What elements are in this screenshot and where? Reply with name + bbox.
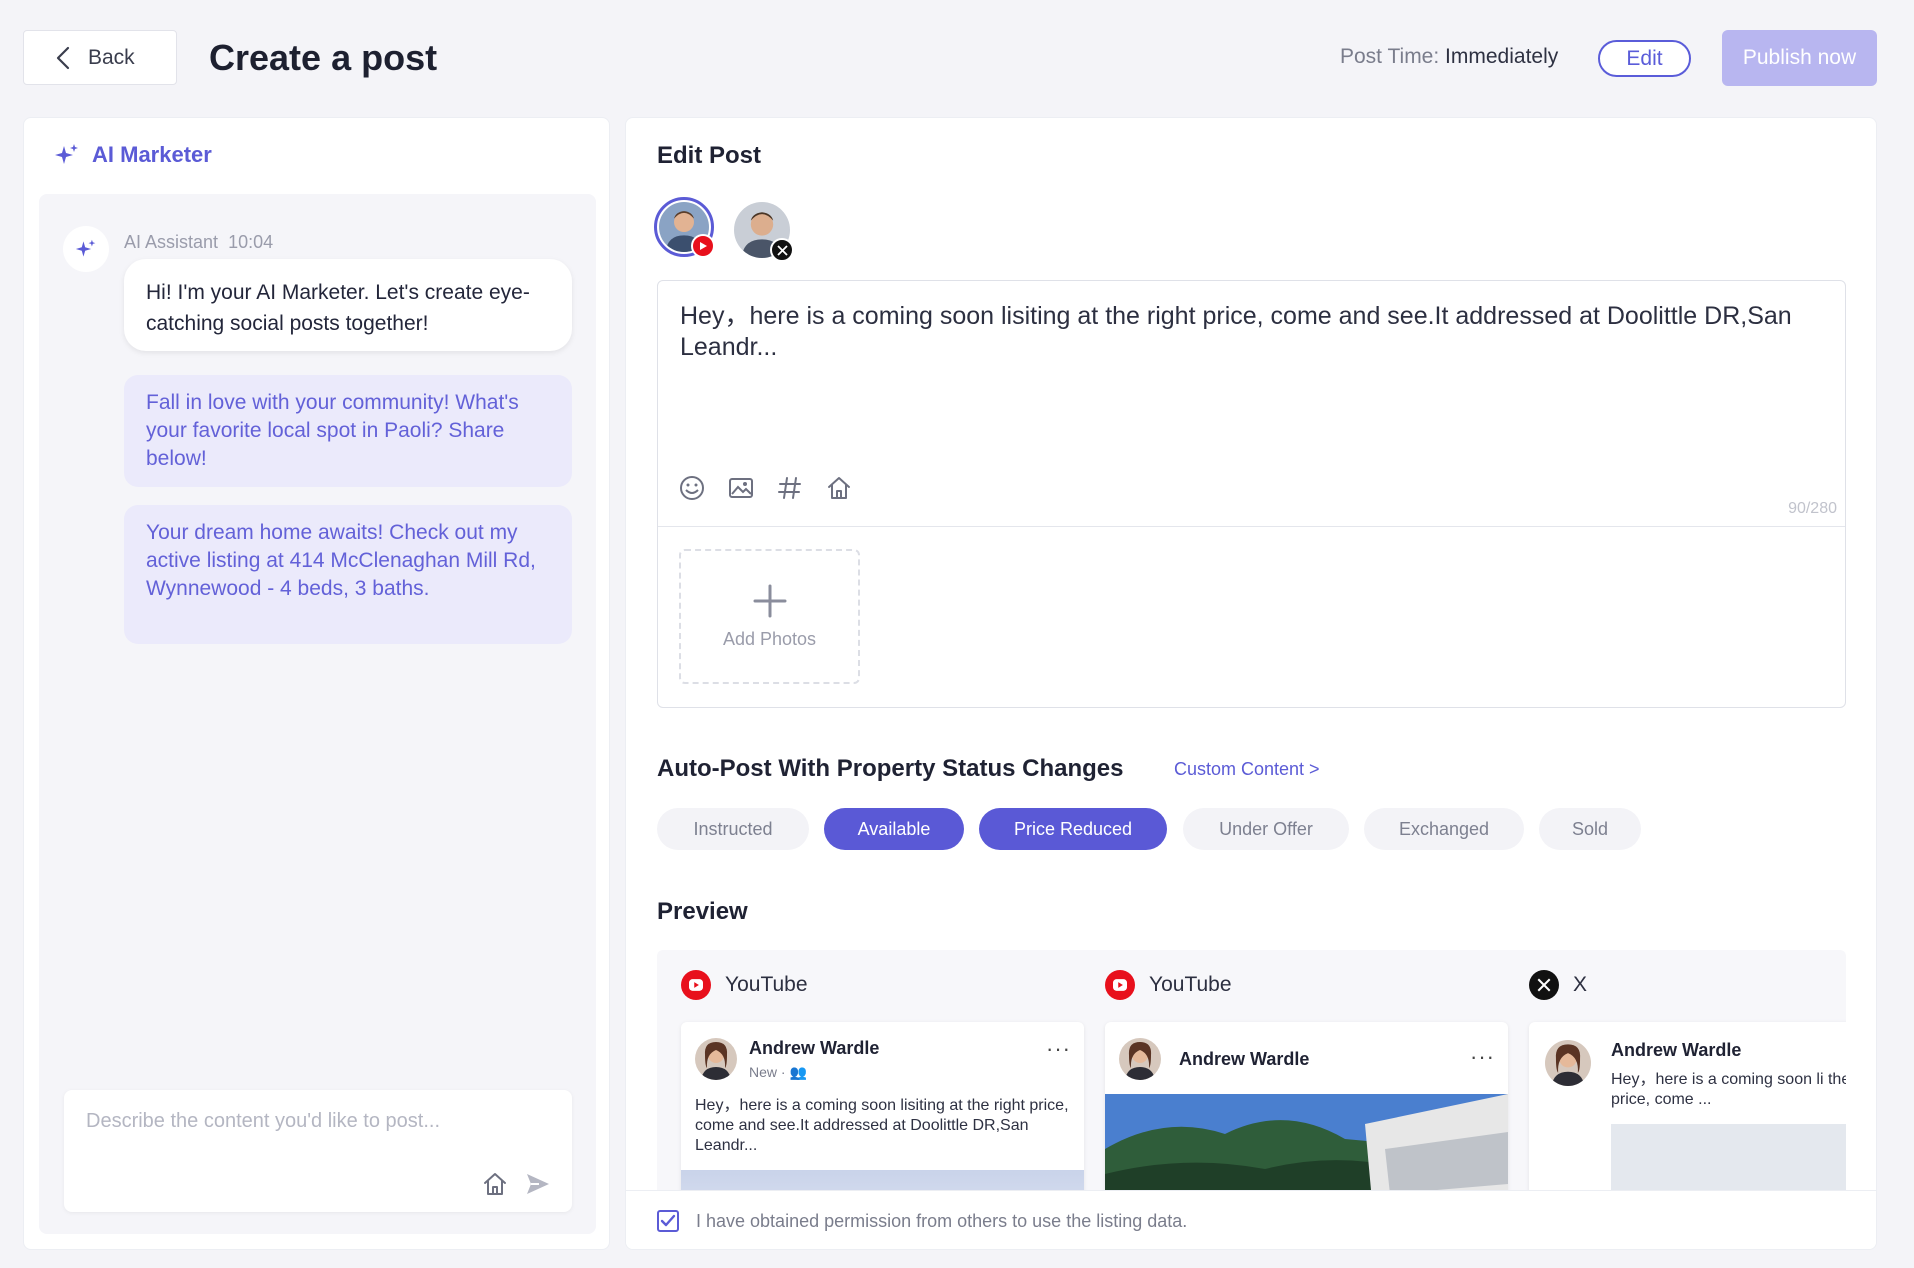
preview-text: Hey，here is a coming soon lisiting at th… bbox=[695, 1097, 1069, 1154]
hashtag-icon[interactable] bbox=[776, 474, 804, 502]
preview-platform-name: YouTube bbox=[1149, 973, 1232, 996]
back-label: Back bbox=[88, 45, 135, 69]
youtube-icon bbox=[681, 970, 711, 1000]
assistant-greeting-bubble: Hi! I'm your AI Marketer. Let's create e… bbox=[124, 259, 572, 351]
people-icon: 👥 bbox=[789, 1064, 807, 1080]
check-icon bbox=[660, 1214, 676, 1228]
assistant-meta: AI Assistant 10:04 bbox=[124, 232, 273, 253]
status-chip-under-offer[interactable]: Under Offer bbox=[1183, 808, 1349, 850]
account-avatar-youtube[interactable] bbox=[654, 197, 715, 258]
avatar bbox=[695, 1038, 737, 1080]
preview-sub: New · 👥 bbox=[749, 1064, 807, 1080]
status-chip-exchanged[interactable]: Exchanged bbox=[1364, 808, 1524, 850]
add-photos-button[interactable]: Add Photos bbox=[679, 549, 860, 684]
permission-checkbox[interactable] bbox=[657, 1210, 679, 1232]
preview-platform-name: YouTube bbox=[725, 973, 808, 996]
chevron-left-icon bbox=[56, 46, 70, 70]
auto-post-title: Auto-Post With Property Status Changes bbox=[657, 755, 1124, 782]
chat-input[interactable]: Describe the content you'd like to post.… bbox=[64, 1090, 572, 1212]
status-chip-available[interactable]: Available bbox=[824, 808, 964, 850]
edit-post-time-button[interactable]: Edit bbox=[1598, 40, 1691, 77]
sparkle-icon bbox=[75, 238, 97, 260]
edit-post-title: Edit Post bbox=[657, 142, 762, 169]
account-avatar-x[interactable] bbox=[734, 202, 794, 262]
preview-author: Andrew Wardle bbox=[749, 1038, 880, 1058]
suggestion-bubble[interactable]: Fall in love with your community! What's… bbox=[124, 375, 572, 487]
send-icon[interactable] bbox=[525, 1171, 551, 1197]
preview-area[interactable]: YouTube Andrew Wardle New · 👥 ··· Hey，he… bbox=[657, 950, 1846, 1200]
char-count: 90/280 bbox=[1788, 500, 1837, 517]
emoji-icon[interactable] bbox=[678, 474, 706, 502]
suggestion-bubble[interactable]: Your dream home awaits! Check out my act… bbox=[124, 505, 572, 644]
assistant-time: 10:04 bbox=[228, 232, 274, 252]
more-icon[interactable]: ··· bbox=[1046, 1036, 1071, 1062]
preview-platform-youtube: YouTube bbox=[681, 970, 808, 1000]
publish-now-button[interactable]: Publish now bbox=[1722, 30, 1877, 86]
x-icon bbox=[770, 238, 794, 262]
plus-icon bbox=[752, 583, 788, 619]
preview-title: Preview bbox=[657, 898, 748, 925]
preview-author: Andrew Wardle bbox=[1611, 1040, 1742, 1060]
custom-content-link[interactable]: Custom Content > bbox=[1174, 759, 1320, 780]
youtube-icon bbox=[1105, 970, 1135, 1000]
post-text[interactable]: Hey，here is a coming soon lisiting at th… bbox=[680, 301, 1820, 363]
preview-platform-name: X bbox=[1573, 973, 1588, 996]
post-time: Post Time: Immediately bbox=[1340, 45, 1558, 69]
status-chip-price-reduced[interactable]: Price Reduced bbox=[979, 808, 1167, 850]
preview-author: Andrew Wardle bbox=[1179, 1049, 1310, 1069]
assistant-avatar bbox=[63, 226, 109, 272]
youtube-icon bbox=[691, 234, 715, 258]
preview-card: Andrew Wardle Hey，here is a coming soon … bbox=[1529, 1022, 1846, 1200]
preview-sub-label: New bbox=[749, 1064, 778, 1080]
page-title: Create a post bbox=[209, 37, 438, 78]
add-photos-label: Add Photos bbox=[722, 629, 817, 649]
preview-card: Andrew Wardle ··· bbox=[1105, 1022, 1508, 1200]
more-icon[interactable]: ··· bbox=[1470, 1044, 1495, 1070]
status-chip-instructed[interactable]: Instructed bbox=[657, 808, 809, 850]
preview-text: Hey，here is a coming soon li the right p… bbox=[1611, 1071, 1846, 1108]
avatar bbox=[1119, 1038, 1161, 1080]
permission-text: I have obtained permission from others t… bbox=[696, 1211, 1188, 1231]
avatar bbox=[1545, 1040, 1591, 1086]
ai-marketer-title: AI Marketer bbox=[92, 142, 212, 167]
post-editor[interactable]: Hey，here is a coming soon lisiting at th… bbox=[657, 280, 1846, 708]
sparkle-icon bbox=[54, 142, 80, 168]
home-icon[interactable] bbox=[825, 474, 853, 502]
assistant-name: AI Assistant bbox=[124, 232, 219, 252]
post-time-label: Post Time: bbox=[1340, 45, 1440, 68]
preview-platform-x: X bbox=[1529, 970, 1587, 1000]
edit-post-panel: Edit Post Hey，here is a coming soon lisi… bbox=[625, 117, 1877, 1250]
editor-divider bbox=[658, 526, 1845, 527]
status-chip-sold[interactable]: Sold bbox=[1539, 808, 1641, 850]
ai-marketer-header: AI Marketer bbox=[54, 142, 212, 168]
chat-input-placeholder: Describe the content you'd like to post.… bbox=[86, 1110, 441, 1132]
preview-image bbox=[1611, 1124, 1846, 1200]
preview-image bbox=[1105, 1094, 1508, 1200]
preview-platform-youtube: YouTube bbox=[1105, 970, 1232, 1000]
preview-card: Andrew Wardle New · 👥 ··· Hey，here is a … bbox=[681, 1022, 1084, 1200]
permission-bar: I have obtained permission from others t… bbox=[626, 1190, 1876, 1249]
image-icon[interactable] bbox=[727, 474, 755, 502]
x-icon bbox=[1529, 970, 1559, 1000]
ai-marketer-panel: AI Marketer AI Assistant 10:04 Hi! I'm y… bbox=[23, 117, 610, 1250]
chat-area[interactable]: AI Assistant 10:04 Hi! I'm your AI Marke… bbox=[39, 194, 596, 1234]
post-time-value: Immediately bbox=[1445, 45, 1559, 68]
home-icon[interactable] bbox=[481, 1170, 509, 1198]
back-button[interactable]: Back bbox=[23, 30, 177, 85]
editor-toolbar bbox=[678, 474, 853, 502]
